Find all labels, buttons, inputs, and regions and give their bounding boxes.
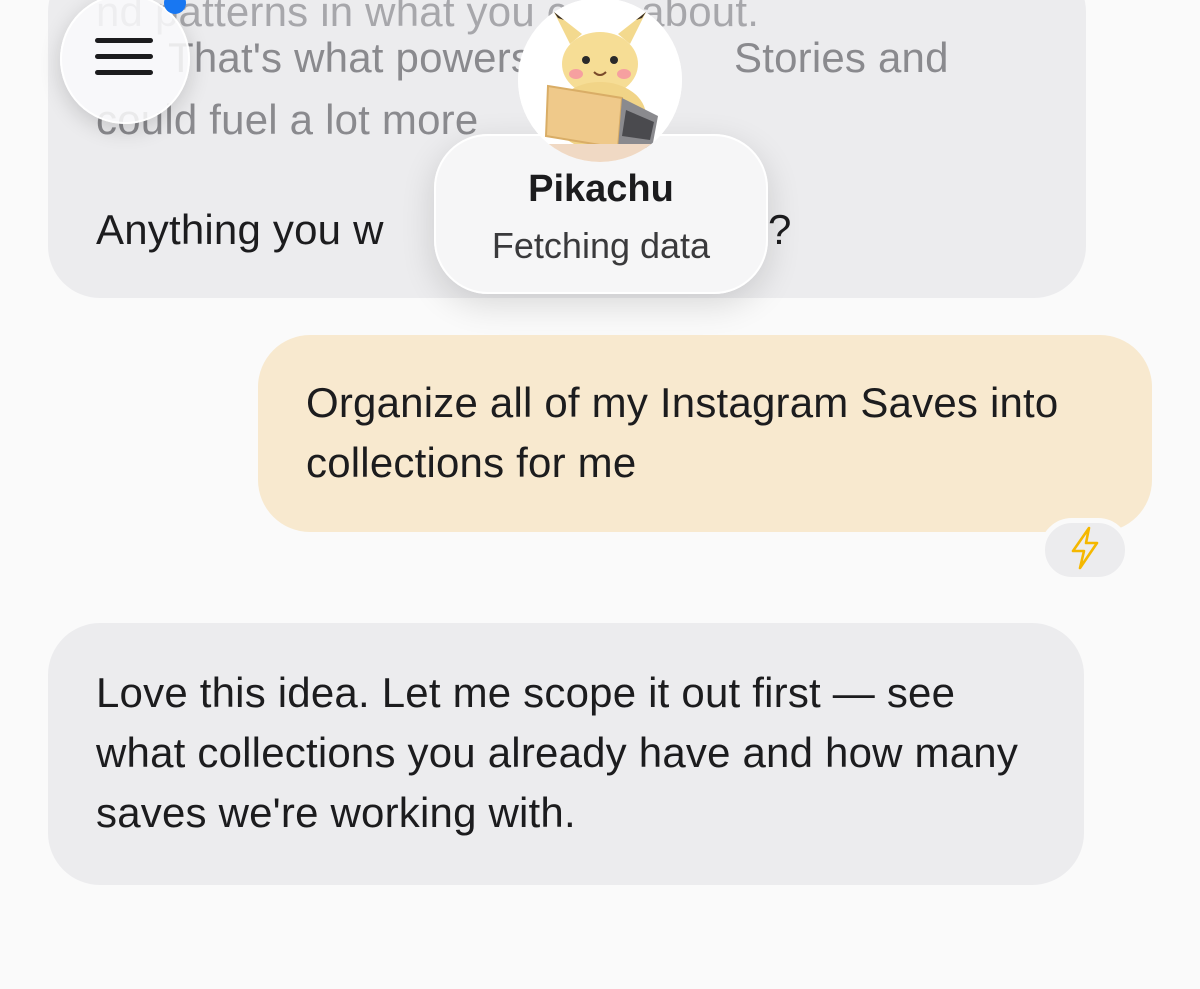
hamburger-menu-icon <box>93 34 157 85</box>
user-message[interactable]: Organize all of my Instagram Saves into … <box>258 335 1152 532</box>
menu-button[interactable] <box>60 0 190 124</box>
user-message-text: Organize all of my Instagram Saves into … <box>306 379 1059 486</box>
message-line: Stories and <box>734 34 949 81</box>
agent-name: Pikachu <box>528 168 674 210</box>
chat-screen: nd patterns in what you care about. That… <box>0 0 1200 989</box>
message-line: Anything you w <box>96 206 384 253</box>
assistant-message-text: Love this idea. Let me scope it out firs… <box>96 669 1019 836</box>
message-reaction[interactable] <box>1040 518 1130 582</box>
agent-avatar[interactable] <box>518 0 682 162</box>
message-line: ? <box>768 206 792 253</box>
pikachu-laptop-avatar <box>518 0 682 162</box>
message-line: That's what powers <box>168 34 533 81</box>
assistant-message[interactable]: Love this idea. Let me scope it out firs… <box>48 623 1084 885</box>
agent-status: Fetching data <box>491 225 711 266</box>
lightning-icon <box>1068 526 1102 575</box>
